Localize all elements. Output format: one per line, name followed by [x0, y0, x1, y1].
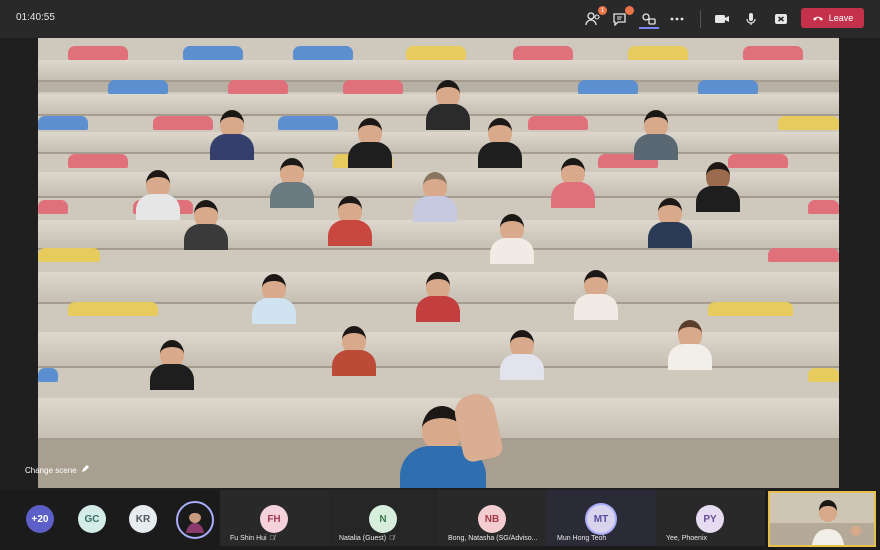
- participant-video: [426, 80, 470, 130]
- participant-tile[interactable]: MT Mun Hong Teoh: [547, 490, 656, 546]
- participant-roster: +20 GC KR FH Fu Shin Hui 🎙̸ N Natalia (Gu…: [0, 490, 880, 550]
- seat: [228, 80, 288, 94]
- participant-avatar: MT: [587, 505, 615, 533]
- seat: [708, 302, 793, 316]
- participant-avatar: FH: [260, 505, 288, 533]
- participant-video: [150, 340, 194, 390]
- participant-avatar[interactable]: GC: [78, 505, 106, 533]
- participant-video: [500, 330, 544, 380]
- seat: [808, 200, 839, 214]
- active-tab-indicator: [639, 27, 659, 29]
- leave-label: Leave: [828, 13, 854, 23]
- people-icon[interactable]: 1: [583, 6, 607, 29]
- seat: [528, 116, 588, 130]
- chat-icon[interactable]: [610, 6, 634, 29]
- seat: [578, 80, 638, 94]
- participant-video: [348, 118, 392, 168]
- overflow-participants-button[interactable]: +20: [26, 505, 54, 533]
- seat: [698, 80, 758, 94]
- seat: [513, 46, 573, 60]
- apps-icon[interactable]: [639, 9, 659, 29]
- participant-video: [184, 200, 228, 250]
- participant-video: [696, 162, 740, 212]
- seat: [743, 46, 803, 60]
- participant-video: [648, 198, 692, 248]
- meeting-toolbar: 01:40:55 1 Leave: [0, 0, 880, 38]
- desk-row: [38, 60, 839, 82]
- seat: [768, 248, 839, 262]
- participant-tile[interactable]: FH Fu Shin Hui 🎙̸: [220, 490, 329, 546]
- seat: [278, 116, 338, 130]
- seat: [68, 302, 158, 316]
- participant-name: Yee, Phoenix: [666, 535, 707, 542]
- participant-video: [634, 110, 678, 160]
- participant-video: [413, 172, 457, 222]
- participant-video: [210, 110, 254, 160]
- participant-video: [332, 326, 376, 376]
- participant-photo-avatar[interactable]: [176, 501, 214, 539]
- participant-video: [668, 320, 712, 370]
- participant-video: [478, 118, 522, 168]
- participant-video: [416, 272, 460, 322]
- share-icon[interactable]: [771, 9, 791, 29]
- desk-row: [38, 132, 839, 154]
- leave-button[interactable]: Leave: [801, 8, 864, 28]
- people-badge: 1: [598, 6, 607, 15]
- seat: [38, 200, 68, 214]
- participant-avatar: NB: [478, 505, 506, 533]
- participant-tile[interactable]: PY Yee, Phoenix: [656, 490, 765, 546]
- participant-name: Bong, Natasha (SG/Adviso...: [448, 535, 538, 542]
- mic-off-icon: 🎙̸: [269, 535, 275, 542]
- change-scene-label: Change scene: [25, 465, 77, 475]
- camera-icon[interactable]: [712, 9, 732, 29]
- participant-name: Mun Hong Teoh: [557, 535, 607, 542]
- participant-video: [252, 274, 296, 324]
- participant-video: [490, 214, 534, 264]
- participant-video: [551, 158, 595, 208]
- seat: [68, 154, 128, 168]
- mic-icon[interactable]: [741, 9, 761, 29]
- seat: [68, 46, 128, 60]
- participant-video: [328, 196, 372, 246]
- seat: [778, 116, 839, 130]
- seat: [183, 46, 243, 60]
- pencil-icon: [81, 465, 89, 475]
- more-icon[interactable]: [667, 9, 687, 29]
- participant-video: [574, 270, 618, 320]
- participant-name: Natalia (Guest): [339, 535, 387, 542]
- seat: [153, 116, 213, 130]
- seat: [628, 46, 688, 60]
- mic-off-icon: 🎙̸: [389, 535, 395, 542]
- seat: [406, 46, 466, 60]
- change-scene-button[interactable]: Change scene: [25, 465, 89, 475]
- participant-avatar[interactable]: KR: [129, 505, 157, 533]
- participant-video: [136, 170, 180, 220]
- seat: [343, 80, 403, 94]
- chat-badge: [625, 6, 634, 15]
- seat: [38, 116, 88, 130]
- participant-name: Fu Shin Hui: [230, 535, 267, 542]
- participant-tile[interactable]: NB Bong, Natasha (SG/Adviso...: [438, 490, 547, 546]
- seat: [38, 368, 58, 382]
- meeting-timer: 01:40:55: [16, 12, 55, 23]
- participant-tile[interactable]: N Natalia (Guest) 🎙̸: [329, 490, 438, 546]
- participant-avatar: PY: [696, 505, 724, 533]
- toolbar-divider: [700, 10, 701, 28]
- seat: [293, 46, 353, 60]
- seat: [808, 368, 839, 382]
- participant-avatar: N: [369, 505, 397, 533]
- participant-video: [270, 158, 314, 208]
- seat: [38, 248, 100, 262]
- seat: [108, 80, 168, 94]
- self-view-video[interactable]: [768, 491, 876, 547]
- desk-row: [38, 220, 839, 250]
- together-mode-scene: [38, 38, 839, 488]
- phone-icon: [812, 13, 824, 23]
